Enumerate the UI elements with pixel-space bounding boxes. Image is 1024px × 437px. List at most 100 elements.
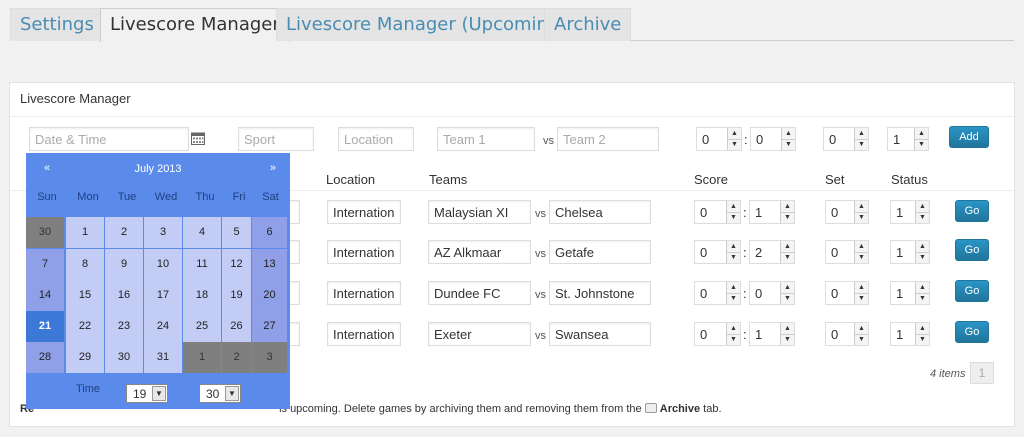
set-stepper[interactable]: 0 ▲ ▼: [825, 281, 869, 305]
set-stepper[interactable]: 0 ▲ ▼: [825, 322, 869, 346]
up-arrow-icon[interactable]: ▲: [855, 323, 868, 334]
team2-input[interactable]: [557, 127, 659, 151]
team1-field[interactable]: [428, 322, 531, 346]
up-arrow-icon[interactable]: ▲: [855, 241, 868, 252]
up-arrow-icon[interactable]: ▲: [727, 282, 740, 293]
up-arrow-icon[interactable]: ▲: [916, 241, 929, 252]
tab-livescore-manager[interactable]: Livescore Manager: [100, 8, 290, 42]
go-button[interactable]: Go: [955, 239, 989, 261]
calendar-day[interactable]: 7: [26, 249, 64, 280]
calendar-day[interactable]: 14: [26, 280, 64, 311]
down-arrow-icon[interactable]: ▼: [855, 212, 868, 223]
score1-stepper[interactable]: 0 ▲ ▼: [694, 322, 741, 346]
calendar-day[interactable]: 21: [26, 311, 64, 342]
down-arrow-icon[interactable]: ▼: [915, 139, 928, 150]
tab-livescore-manager-upcoming[interactable]: Livescore Manager (Upcoming): [276, 8, 577, 41]
set-stepper[interactable]: 0 ▲ ▼: [823, 127, 869, 151]
status-stepper[interactable]: 1 ▲ ▼: [887, 127, 929, 151]
score1-stepper[interactable]: 0 ▲ ▼: [694, 240, 741, 264]
calendar-day[interactable]: 1: [183, 342, 221, 373]
team2-field[interactable]: [549, 240, 651, 264]
score1-stepper[interactable]: 0 ▲ ▼: [694, 281, 741, 305]
calendar-day[interactable]: 2: [105, 217, 143, 248]
calendar-day[interactable]: 22: [66, 311, 104, 342]
calendar-day[interactable]: 3: [144, 217, 182, 248]
status-stepper[interactable]: 1 ▲ ▼: [890, 200, 930, 224]
score1-stepper[interactable]: 0 ▲ ▼: [694, 200, 741, 224]
hour-select[interactable]: 19 ▼: [126, 384, 168, 403]
calendar-day[interactable]: 6: [252, 217, 287, 248]
down-arrow-icon[interactable]: ▼: [916, 293, 929, 304]
location-field[interactable]: [327, 322, 401, 346]
location-field[interactable]: [327, 200, 401, 224]
calendar-day[interactable]: 19: [222, 280, 251, 311]
location-input[interactable]: [338, 127, 414, 151]
calendar-day[interactable]: 30: [105, 342, 143, 373]
location-field[interactable]: [327, 281, 401, 305]
calendar-day[interactable]: 11: [183, 249, 221, 280]
tab-settings[interactable]: Settings: [10, 8, 104, 41]
down-arrow-icon[interactable]: ▼: [782, 139, 795, 150]
datetime-input[interactable]: [29, 127, 189, 151]
up-arrow-icon[interactable]: ▲: [781, 241, 794, 252]
page-number[interactable]: 1: [970, 362, 994, 384]
down-arrow-icon[interactable]: ▼: [728, 139, 741, 150]
down-arrow-icon[interactable]: ▼: [781, 293, 794, 304]
down-arrow-icon[interactable]: ▼: [855, 252, 868, 263]
calendar-day[interactable]: 23: [105, 311, 143, 342]
calendar-day[interactable]: 18: [183, 280, 221, 311]
down-arrow-icon[interactable]: ▼: [855, 139, 868, 150]
up-arrow-icon[interactable]: ▲: [915, 128, 928, 139]
down-arrow-icon[interactable]: ▼: [916, 252, 929, 263]
status-stepper[interactable]: 1 ▲ ▼: [890, 322, 930, 346]
up-arrow-icon[interactable]: ▲: [782, 128, 795, 139]
calendar-day[interactable]: 3: [252, 342, 287, 373]
up-arrow-icon[interactable]: ▲: [855, 282, 868, 293]
calendar-day[interactable]: 2: [222, 342, 251, 373]
calendar-day[interactable]: 12: [222, 249, 251, 280]
calendar-day[interactable]: 26: [222, 311, 251, 342]
up-arrow-icon[interactable]: ▲: [727, 323, 740, 334]
up-arrow-icon[interactable]: ▲: [781, 201, 794, 212]
calendar-day[interactable]: 15: [66, 280, 104, 311]
down-arrow-icon[interactable]: ▼: [916, 212, 929, 223]
set-stepper[interactable]: 0 ▲ ▼: [825, 240, 869, 264]
calendar-day[interactable]: 1: [66, 217, 104, 248]
calendar-day[interactable]: 25: [183, 311, 221, 342]
up-arrow-icon[interactable]: ▲: [916, 323, 929, 334]
team2-field[interactable]: [549, 322, 651, 346]
go-button[interactable]: Go: [955, 200, 989, 222]
calendar-day[interactable]: 27: [252, 311, 287, 342]
minute-select[interactable]: 30 ▼: [199, 384, 241, 403]
down-arrow-icon[interactable]: ▼: [855, 334, 868, 345]
up-arrow-icon[interactable]: ▲: [916, 201, 929, 212]
team1-field[interactable]: [428, 281, 531, 305]
up-arrow-icon[interactable]: ▲: [727, 201, 740, 212]
set-stepper[interactable]: 0 ▲ ▼: [825, 200, 869, 224]
team2-field[interactable]: [549, 281, 651, 305]
go-button[interactable]: Go: [955, 321, 989, 343]
up-arrow-icon[interactable]: ▲: [855, 201, 868, 212]
calendar-day[interactable]: 24: [144, 311, 182, 342]
score2-stepper[interactable]: 1 ▲ ▼: [749, 200, 795, 224]
go-button[interactable]: Go: [955, 280, 989, 302]
down-arrow-icon[interactable]: ▼: [781, 334, 794, 345]
add-button[interactable]: Add: [949, 126, 989, 148]
calendar-day[interactable]: 28: [26, 342, 64, 373]
up-arrow-icon[interactable]: ▲: [781, 282, 794, 293]
down-arrow-icon[interactable]: ▼: [727, 334, 740, 345]
tab-archive[interactable]: Archive: [544, 8, 632, 41]
next-month-button[interactable]: »: [270, 162, 276, 174]
score2-stepper[interactable]: 2 ▲ ▼: [749, 240, 795, 264]
calendar-day[interactable]: 20: [252, 280, 287, 311]
team1-input[interactable]: [437, 127, 535, 151]
down-arrow-icon[interactable]: ▼: [781, 212, 794, 223]
calendar-day[interactable]: 4: [183, 217, 221, 248]
up-arrow-icon[interactable]: ▲: [916, 282, 929, 293]
sport-input[interactable]: [238, 127, 314, 151]
status-stepper[interactable]: 1 ▲ ▼: [890, 281, 930, 305]
score2-stepper[interactable]: 1 ▲ ▼: [749, 322, 795, 346]
up-arrow-icon[interactable]: ▲: [727, 241, 740, 252]
down-arrow-icon[interactable]: ▼: [916, 334, 929, 345]
score2-stepper[interactable]: 0 ▲ ▼: [750, 127, 796, 151]
